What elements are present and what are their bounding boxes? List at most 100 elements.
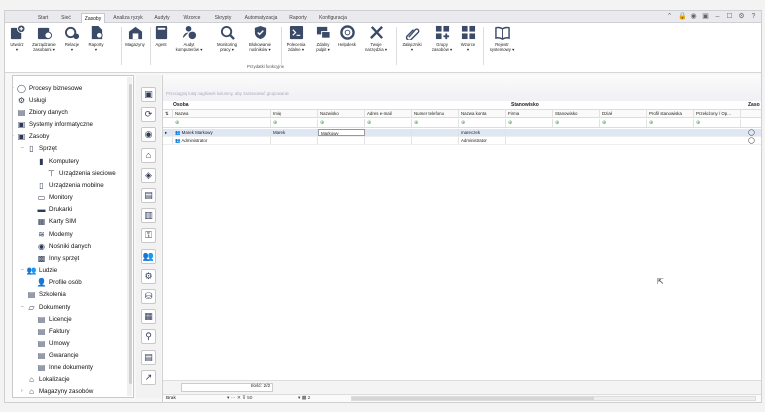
agent-button[interactable]: Agent — [151, 25, 171, 47]
tree-expander[interactable]: − — [21, 145, 24, 151]
table-cell[interactable]: 👥 Marek Markowy — [173, 129, 271, 136]
refresh-icon[interactable]: ⟳ — [141, 107, 156, 123]
help-icon[interactable]: ? — [750, 13, 757, 20]
tab-automation[interactable]: Automatyzacja — [241, 13, 281, 23]
tree-item[interactable]: ▤ Gwarancje — [37, 350, 79, 361]
column-filter[interactable]: ⊕ — [506, 119, 553, 127]
column-filter[interactable]: ⊕ — [694, 119, 741, 127]
tree-item[interactable]: 👥 Ludzie — [27, 265, 58, 276]
column-filter[interactable]: ⊕ — [412, 119, 459, 127]
tree-item[interactable]: ▤ Umowy — [37, 338, 70, 349]
column-header[interactable]: Imię — [271, 110, 318, 117]
tree-item[interactable]: ▮ Komputery — [37, 156, 79, 167]
horizontal-scrollbar[interactable] — [351, 396, 756, 401]
tree-item[interactable]: ▯ Sprzęt — [27, 143, 57, 154]
tree-item[interactable]: ≋ Modemy — [37, 229, 73, 240]
audit-button[interactable]: Audyt komputerów ▾ — [173, 25, 205, 52]
search-icon[interactable]: ⚲ — [141, 329, 156, 345]
tab-network[interactable]: Sieć — [57, 13, 75, 23]
tab-assets[interactable]: Zasoby — [81, 13, 105, 23]
tools-button[interactable]: Twoje narzędzia ▾ — [361, 25, 391, 52]
tree-expander[interactable]: − — [13, 85, 14, 91]
settings-icon[interactable]: ⚙ — [141, 268, 156, 284]
warehouse-button[interactable]: Magazyny — [122, 25, 148, 47]
tree-item[interactable]: ⌂ Lokalizacje — [27, 374, 70, 385]
tree-expander[interactable]: − — [21, 267, 24, 273]
tree-item[interactable]: ▤ Zbiory danych — [17, 107, 68, 118]
tree-item[interactable]: ▩ Inny sprzęt — [37, 253, 80, 264]
remote-desktop-button[interactable]: Zdalny pulpit ▾ — [311, 25, 335, 52]
column-header[interactable]: Dział — [600, 110, 647, 117]
column-header[interactable]: Stanowisko — [553, 110, 600, 117]
table-cell[interactable] — [412, 129, 459, 136]
column-header[interactable]: Nazwisko — [318, 110, 365, 117]
user-icon[interactable]: ▣ — [702, 13, 709, 20]
table-cell[interactable]: Administrator — [459, 137, 506, 144]
document-icon[interactable]: ▤ — [141, 188, 156, 203]
row-selector-header[interactable]: ⇅ — [163, 110, 173, 117]
tab-audits[interactable]: Audyty — [151, 13, 173, 23]
tab-configuration[interactable]: Konfiguracja — [316, 13, 350, 23]
tree-item[interactable]: ◉ Nośniki danych — [37, 241, 91, 252]
globe-icon[interactable]: ◉ — [690, 13, 697, 20]
globe-icon[interactable]: ◉ — [141, 127, 156, 143]
filter-tools[interactable]: ▾ ⋯ ✕ ⊽ 50 — [227, 396, 252, 401]
minimize-icon[interactable]: – — [714, 13, 721, 20]
table-cell[interactable]: 👥 Administrator — [173, 137, 271, 144]
key-icon[interactable]: ⚿ — [141, 228, 156, 244]
reports-button[interactable]: Raporty ▾ — [85, 25, 107, 52]
tree-item[interactable]: ▣ Zasoby — [17, 131, 50, 142]
tree-item[interactable]: ▣ Systemy informatyczne — [17, 119, 93, 130]
page-selector[interactable]: ▾ ▦ 2 — [298, 396, 310, 401]
column-filter[interactable]: ⊕ — [553, 119, 600, 127]
tree-item[interactable]: ▤ Licencje — [37, 314, 72, 325]
helpdesk-button[interactable]: Helpdesk — [335, 25, 359, 47]
tree-item[interactable]: ▤ Faktury — [37, 326, 70, 337]
tab-reports[interactable]: Raporty — [286, 13, 310, 23]
column-filter[interactable]: ⊕ — [318, 119, 365, 127]
shield-icon[interactable]: ◈ — [141, 167, 156, 183]
column-header[interactable]: Nazwa konta — [459, 110, 506, 117]
grid-icon[interactable]: ▦ — [141, 309, 156, 325]
tree-item[interactable]: ▱ Dokumenty — [27, 302, 70, 313]
column-filter[interactable]: ⊕ — [459, 119, 506, 127]
maximize-icon[interactable]: ☐ — [726, 13, 733, 20]
table-cell[interactable] — [365, 137, 412, 144]
tree-expander[interactable]: › — [21, 388, 23, 394]
column-header[interactable]: Nazwa — [173, 110, 271, 117]
table-cell[interactable] — [365, 129, 412, 136]
tree-item[interactable]: ⚙ Usługi — [17, 95, 46, 106]
column-header[interactable]: Numer telefonu — [412, 110, 459, 117]
column-filter[interactable]: ⊕ — [600, 119, 647, 127]
attachments-button[interactable]: Załączniki ▾ — [397, 25, 427, 52]
tab-risk-analysis[interactable]: Analiza ryzyk — [108, 13, 148, 23]
table-cell[interactable]: mareczek — [459, 129, 506, 136]
settings-icon[interactable]: ⚙ — [738, 13, 745, 20]
tab-templates[interactable]: Wzorce — [180, 13, 204, 23]
folder-icon[interactable]: ▣ — [141, 87, 156, 102]
remote-commands-button[interactable]: Polecenia zdalne ▾ — [282, 25, 310, 52]
tree-expander[interactable]: − — [13, 133, 14, 139]
table-cell[interactable]: Marek — [271, 129, 318, 136]
table-row[interactable]: ▸ 👥 Marek Markowy Marek Markowy mareczek ◯ — [163, 129, 761, 137]
tree-item[interactable]: ▬ Drukarki — [37, 204, 73, 215]
groups-button[interactable]: Grupy zasobów ▾ — [427, 25, 457, 52]
tree-scrollbar-thumb[interactable] — [129, 84, 132, 384]
arrow-icon[interactable]: ↗ — [141, 369, 156, 385]
create-button[interactable]: Utwórz ▾ — [7, 25, 27, 52]
table-cell[interactable] — [271, 137, 318, 144]
page-icon[interactable]: ▤ — [141, 349, 156, 365]
table-cell[interactable] — [412, 137, 459, 144]
column-filter[interactable]: ⊕ — [365, 119, 412, 127]
tree-item[interactable]: ▦ Karty SIM — [37, 216, 76, 227]
home-icon[interactable]: ⌂ — [141, 147, 156, 163]
table-cell[interactable] — [318, 137, 365, 144]
tree-expander[interactable]: − — [21, 304, 24, 310]
column-filter[interactable]: ⊕ — [271, 119, 318, 127]
tree-item[interactable]: ⊤ Urządzenia sieciowe — [47, 168, 116, 179]
tree-item[interactable]: ⌂ Magazyny zasobów — [27, 386, 93, 397]
column-filter[interactable]: ⊕ — [173, 119, 271, 127]
column-header[interactable]: Adres e-mail — [365, 110, 412, 117]
collapse-icon[interactable]: ⌃ — [666, 13, 673, 20]
column-header[interactable]: Przełożony / Op... — [694, 110, 741, 117]
